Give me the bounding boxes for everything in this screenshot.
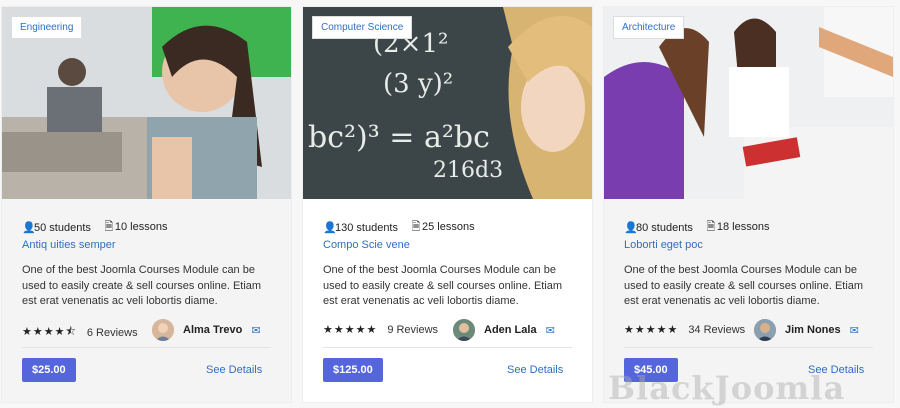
course-thumbnail[interactable]: Engineering xyxy=(2,7,291,199)
svg-text:bc²)³ = a²bc: bc²)³ = a²bc xyxy=(308,120,490,155)
divider xyxy=(323,347,572,348)
envelope-icon[interactable]: ✉ xyxy=(251,324,260,337)
course-card: Architecture 👤80 students 🗎 18 lessons Lo… xyxy=(604,7,893,402)
lessons-count: 18 lessons xyxy=(716,221,770,233)
course-description: One of the best Joomla Courses Module ca… xyxy=(624,264,864,307)
course-card: (2×1² (3 y)² bc²)³ = a²bc 216d3 Computer… xyxy=(303,7,592,402)
watermark-logo: BlackJoomla xyxy=(608,369,846,407)
course-card: Engineering 👤50 students 🗎 10 lessons Ant… xyxy=(2,7,291,402)
envelope-icon[interactable]: ✉ xyxy=(546,324,555,337)
file-icon: 🗎 xyxy=(411,221,421,233)
author-name[interactable]: Jim Nones xyxy=(785,324,841,336)
see-details-link[interactable]: See Details xyxy=(507,364,563,376)
course-description: One of the best Joomla Courses Module ca… xyxy=(22,264,262,307)
svg-text:(3 y)²: (3 y)² xyxy=(383,69,453,99)
file-icon: 🗎 xyxy=(104,221,114,233)
category-badge[interactable]: Engineering xyxy=(12,17,82,38)
file-icon: 🗎 xyxy=(706,221,716,233)
lessons-count: 25 lessons xyxy=(422,221,475,233)
course-thumbnail[interactable]: Architecture xyxy=(604,7,893,199)
star-rating: ★★★★★ xyxy=(323,324,378,336)
reviews-count: 6 Reviews xyxy=(86,326,138,339)
price-button[interactable]: $125.00 xyxy=(323,358,383,382)
students-count: 50 students xyxy=(34,222,91,234)
avatar xyxy=(453,319,475,341)
course-meta: 👤50 students 🗎 10 lessons xyxy=(22,218,167,237)
course-title-link[interactable]: Compo Scie vene xyxy=(323,239,410,251)
course-title-link[interactable]: Loborti eget poc xyxy=(624,239,703,251)
reviews-count: 9 Reviews xyxy=(387,323,439,336)
category-badge[interactable]: Computer Science xyxy=(313,17,412,38)
course-rating: ★★★★★ 34 Reviews xyxy=(624,323,746,337)
avatar xyxy=(754,319,776,341)
user-icon: 👤 xyxy=(323,222,337,234)
user-icon: 👤 xyxy=(624,222,638,234)
see-details-link[interactable]: See Details xyxy=(206,364,262,376)
svg-text:216d3: 216d3 xyxy=(433,158,503,183)
user-icon: 👤 xyxy=(22,222,36,234)
price-button[interactable]: $25.00 xyxy=(22,358,76,382)
avatar xyxy=(152,319,174,341)
category-badge[interactable]: Architecture xyxy=(614,17,684,38)
course-author: Aden Lala ✉ xyxy=(453,319,555,341)
course-meta: 👤130 students 🗎 25 lessons xyxy=(323,218,475,237)
envelope-icon[interactable]: ✉ xyxy=(850,324,859,337)
course-title-link[interactable]: Antiq uities semper xyxy=(22,239,116,251)
course-author: Jim Nones ✉ xyxy=(754,319,859,341)
author-name[interactable]: Aden Lala xyxy=(484,324,537,336)
divider xyxy=(22,347,271,348)
course-grid: Engineering 👤50 students 🗎 10 lessons Ant… xyxy=(2,7,898,407)
course-description: One of the best Joomla Courses Module ca… xyxy=(323,264,563,307)
course-thumbnail[interactable]: (2×1² (3 y)² bc²)³ = a²bc 216d3 Computer… xyxy=(303,7,592,199)
star-rating: ★★★★★ xyxy=(624,324,679,336)
students-count: 130 students xyxy=(335,222,398,234)
author-name[interactable]: Alma Trevo xyxy=(183,324,242,336)
star-rating: ★★★★⯪ xyxy=(22,326,77,338)
students-count: 80 students xyxy=(636,222,693,234)
lessons-count: 10 lessons xyxy=(114,221,168,233)
course-meta: 👤80 students 🗎 18 lessons xyxy=(624,218,769,237)
reviews-count: 34 Reviews xyxy=(688,323,746,336)
course-rating: ★★★★⯪ 6 Reviews xyxy=(22,323,138,342)
course-author: Alma Trevo ✉ xyxy=(152,319,261,341)
course-rating: ★★★★★ 9 Reviews xyxy=(323,323,439,337)
divider xyxy=(624,347,873,348)
